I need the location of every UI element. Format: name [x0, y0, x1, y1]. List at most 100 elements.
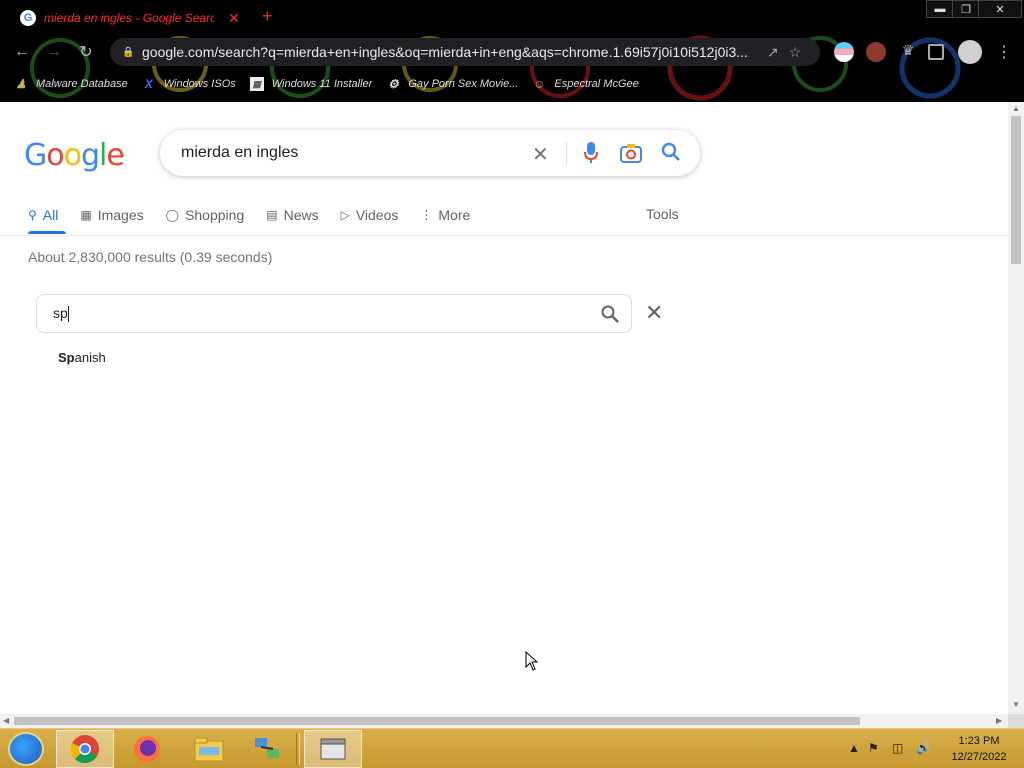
tab-label: More [438, 207, 471, 223]
logo-letter: o [63, 138, 82, 173]
tab-videos[interactable]: ▷ Videos [341, 204, 399, 226]
tab-more[interactable]: ⋮ More [420, 204, 470, 226]
tag-icon: ◯ [165, 208, 180, 222]
bookmark-label: Malware Database [36, 78, 128, 90]
search-input[interactable]: mierda en ingles [181, 144, 521, 162]
bookmark-label: Espectral McGee [554, 78, 639, 90]
close-window-button[interactable]: ✕ [978, 0, 1022, 18]
person-icon: ♟ [15, 77, 27, 91]
reload-icon[interactable]: ↻ [76, 42, 96, 62]
tabs-divider [0, 235, 1008, 236]
volume-icon[interactable]: 🔊 [916, 741, 931, 755]
result-stats: About 2,830,000 results (0.39 seconds) [28, 249, 273, 265]
sidebar-toggle-icon[interactable] [928, 44, 944, 60]
lock-icon: 🔒 [122, 47, 135, 58]
language-search-input[interactable]: sp [36, 294, 632, 333]
archive-icon [320, 738, 346, 760]
tab-close-icon[interactable]: ✕ [228, 10, 240, 27]
search-box[interactable]: mierda en ingles ✕ [160, 130, 700, 176]
bookmarks-bar: ♟ Malware Database X Windows ISOs ▦ Wind… [0, 72, 1024, 96]
bookmark-windows-11-installer[interactable]: ▦ Windows 11 Installer [249, 77, 372, 91]
bookmark-espectral-mcgee[interactable]: ☺ Espectral McGee [532, 77, 639, 91]
search-tabs: ⚲ All ▦ Images ◯ Shopping ▤ News ▷ Video… [28, 204, 492, 234]
extension-avatar-icon[interactable] [866, 42, 886, 62]
tab-images[interactable]: ▦ Images [80, 204, 143, 226]
browser-menu-icon[interactable]: ⋮ [996, 42, 1012, 62]
taskbar-separator [296, 733, 300, 765]
newspaper-icon: ▤ [266, 208, 278, 222]
language-suggestion-spanish[interactable]: Spanish [58, 350, 106, 365]
tab-label: Videos [355, 207, 399, 223]
taskbar-archive-app[interactable] [304, 730, 362, 768]
bookmark-label: Gay Porn Sex Movie... [408, 78, 519, 90]
language-input-value[interactable]: sp [53, 305, 68, 321]
suggestion-match: Sp [58, 350, 75, 365]
tab-all[interactable]: ⚲ All [28, 204, 58, 226]
scroll-down-icon[interactable]: ▼ [1012, 700, 1020, 709]
star-icon[interactable]: ☆ [789, 44, 802, 61]
logo-letter: o [46, 138, 64, 173]
scroll-right-icon[interactable]: ▶ [996, 716, 1002, 725]
taskbar-file-explorer[interactable] [180, 730, 238, 768]
folder-icon [194, 737, 224, 762]
puzzle-extensions-icon[interactable]: ♛ [898, 42, 918, 62]
tab-title: mierda en ingles - Google Search [44, 11, 214, 25]
site-icon: ⚙ [387, 77, 399, 91]
clock-date: 12/27/2022 [951, 751, 1007, 763]
network-tray-icon[interactable]: ◫ [892, 741, 903, 755]
address-bar[interactable]: 🔒 google.com/search?q=mierda+en+ingles&o… [110, 38, 820, 66]
tab-news[interactable]: ▤ News [266, 204, 318, 226]
play-icon: ▷ [340, 208, 350, 222]
tray-expand-icon[interactable]: ▲ [848, 741, 860, 755]
clock-time: 1:23 PM [958, 735, 1000, 747]
search-divider [566, 142, 567, 164]
logo-letter: e [106, 138, 124, 173]
google-logo[interactable]: Google [24, 138, 125, 173]
system-clock[interactable]: 1:23 PM 12/27/2022 [944, 733, 1014, 765]
browser-tab[interactable]: G mierda en ingles - Google Search ✕ [8, 4, 252, 32]
logo-letter: G [24, 138, 47, 173]
bookmark-windows-isos[interactable]: X Windows ISOs [142, 77, 236, 91]
scroll-left-icon[interactable]: ◀ [3, 716, 9, 725]
new-tab-button[interactable]: + [262, 6, 273, 27]
microphone-icon[interactable] [584, 141, 598, 165]
image-icon: ▦ [80, 208, 92, 222]
search-icon[interactable] [660, 141, 682, 163]
taskbar-firefox[interactable] [118, 730, 176, 768]
taskbar-chrome[interactable] [56, 730, 114, 768]
vertical-scrollbar[interactable]: ▲ ▼ [1008, 102, 1024, 714]
horizontal-scroll-thumb[interactable] [14, 717, 860, 725]
search-icon[interactable] [600, 304, 620, 324]
horizontal-scrollbar[interactable]: ◀ ▶ [0, 714, 1008, 728]
google-results-page: Google mierda en ingles ✕ ⚲ All ▦ Images [0, 102, 1008, 714]
bookmark-site[interactable]: ⚙ Gay Porn Sex Movie... [386, 77, 518, 91]
back-arrow-icon[interactable]: ← [12, 42, 32, 62]
bookmark-label: Windows ISOs [163, 78, 236, 90]
action-center-flag-icon[interactable]: ⚑ [868, 741, 879, 755]
tab-label: News [283, 207, 319, 223]
taskbar-network-app[interactable] [238, 730, 296, 768]
extension-flag-icon[interactable] [834, 42, 854, 62]
restore-button[interactable]: ❐ [952, 0, 980, 18]
scrollbar-corner [1008, 714, 1024, 728]
profile-avatar-icon[interactable] [958, 40, 982, 64]
bookmark-malware-database[interactable]: ♟ Malware Database [14, 77, 128, 91]
forward-arrow-icon[interactable]: → [44, 42, 64, 62]
camera-search-icon[interactable] [620, 143, 642, 163]
tab-shopping[interactable]: ◯ Shopping [166, 204, 245, 226]
vertical-dots-icon: ⋮ [420, 208, 433, 222]
network-icon [255, 738, 279, 758]
google-favicon-icon: G [20, 10, 36, 26]
url-text[interactable]: google.com/search?q=mierda+en+ingles&oq=… [142, 44, 757, 60]
clear-search-icon[interactable]: ✕ [532, 142, 549, 167]
share-icon[interactable]: ↗ [767, 44, 779, 61]
minimize-button[interactable]: ▬ [926, 0, 954, 18]
start-button[interactable] [8, 732, 44, 766]
tools-button[interactable]: Tools [646, 206, 679, 222]
scroll-up-icon[interactable]: ▲ [1012, 104, 1020, 113]
close-language-picker-icon[interactable]: ✕ [645, 300, 663, 326]
tab-label: Images [97, 207, 144, 223]
x-logo-icon: X [144, 77, 153, 91]
vertical-scroll-thumb[interactable] [1011, 116, 1021, 264]
active-tab-indicator [28, 231, 66, 234]
